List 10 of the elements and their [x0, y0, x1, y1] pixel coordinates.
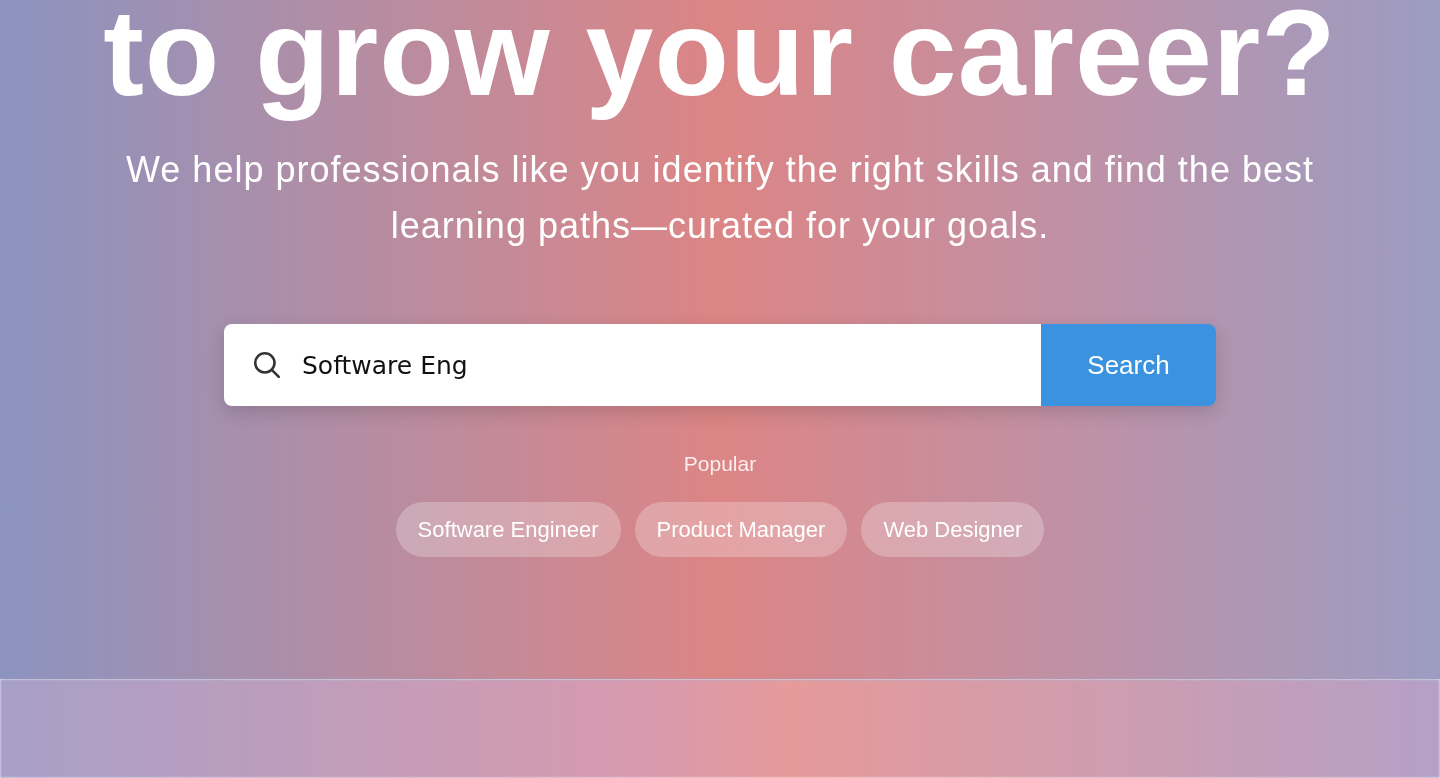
popular-chip[interactable]: Web Designer: [861, 502, 1045, 557]
popular-chip[interactable]: Product Manager: [634, 502, 848, 557]
hero-subtitle: We help professionals like you identify the right skills and find the best learning paths—curated for your goals.: [125, 148, 1315, 248]
search-button[interactable]: Search: [1041, 324, 1216, 406]
search-field[interactable]: Software Eng: [300, 349, 1041, 381]
search-bar[interactable]: Software Eng: [224, 324, 1041, 406]
search-icon: [252, 350, 282, 380]
popular-chip[interactable]: Software Engineer: [395, 502, 621, 557]
popular-label: Popular: [683, 452, 757, 476]
hero-heading: to grow your career?: [103, 0, 1337, 123]
